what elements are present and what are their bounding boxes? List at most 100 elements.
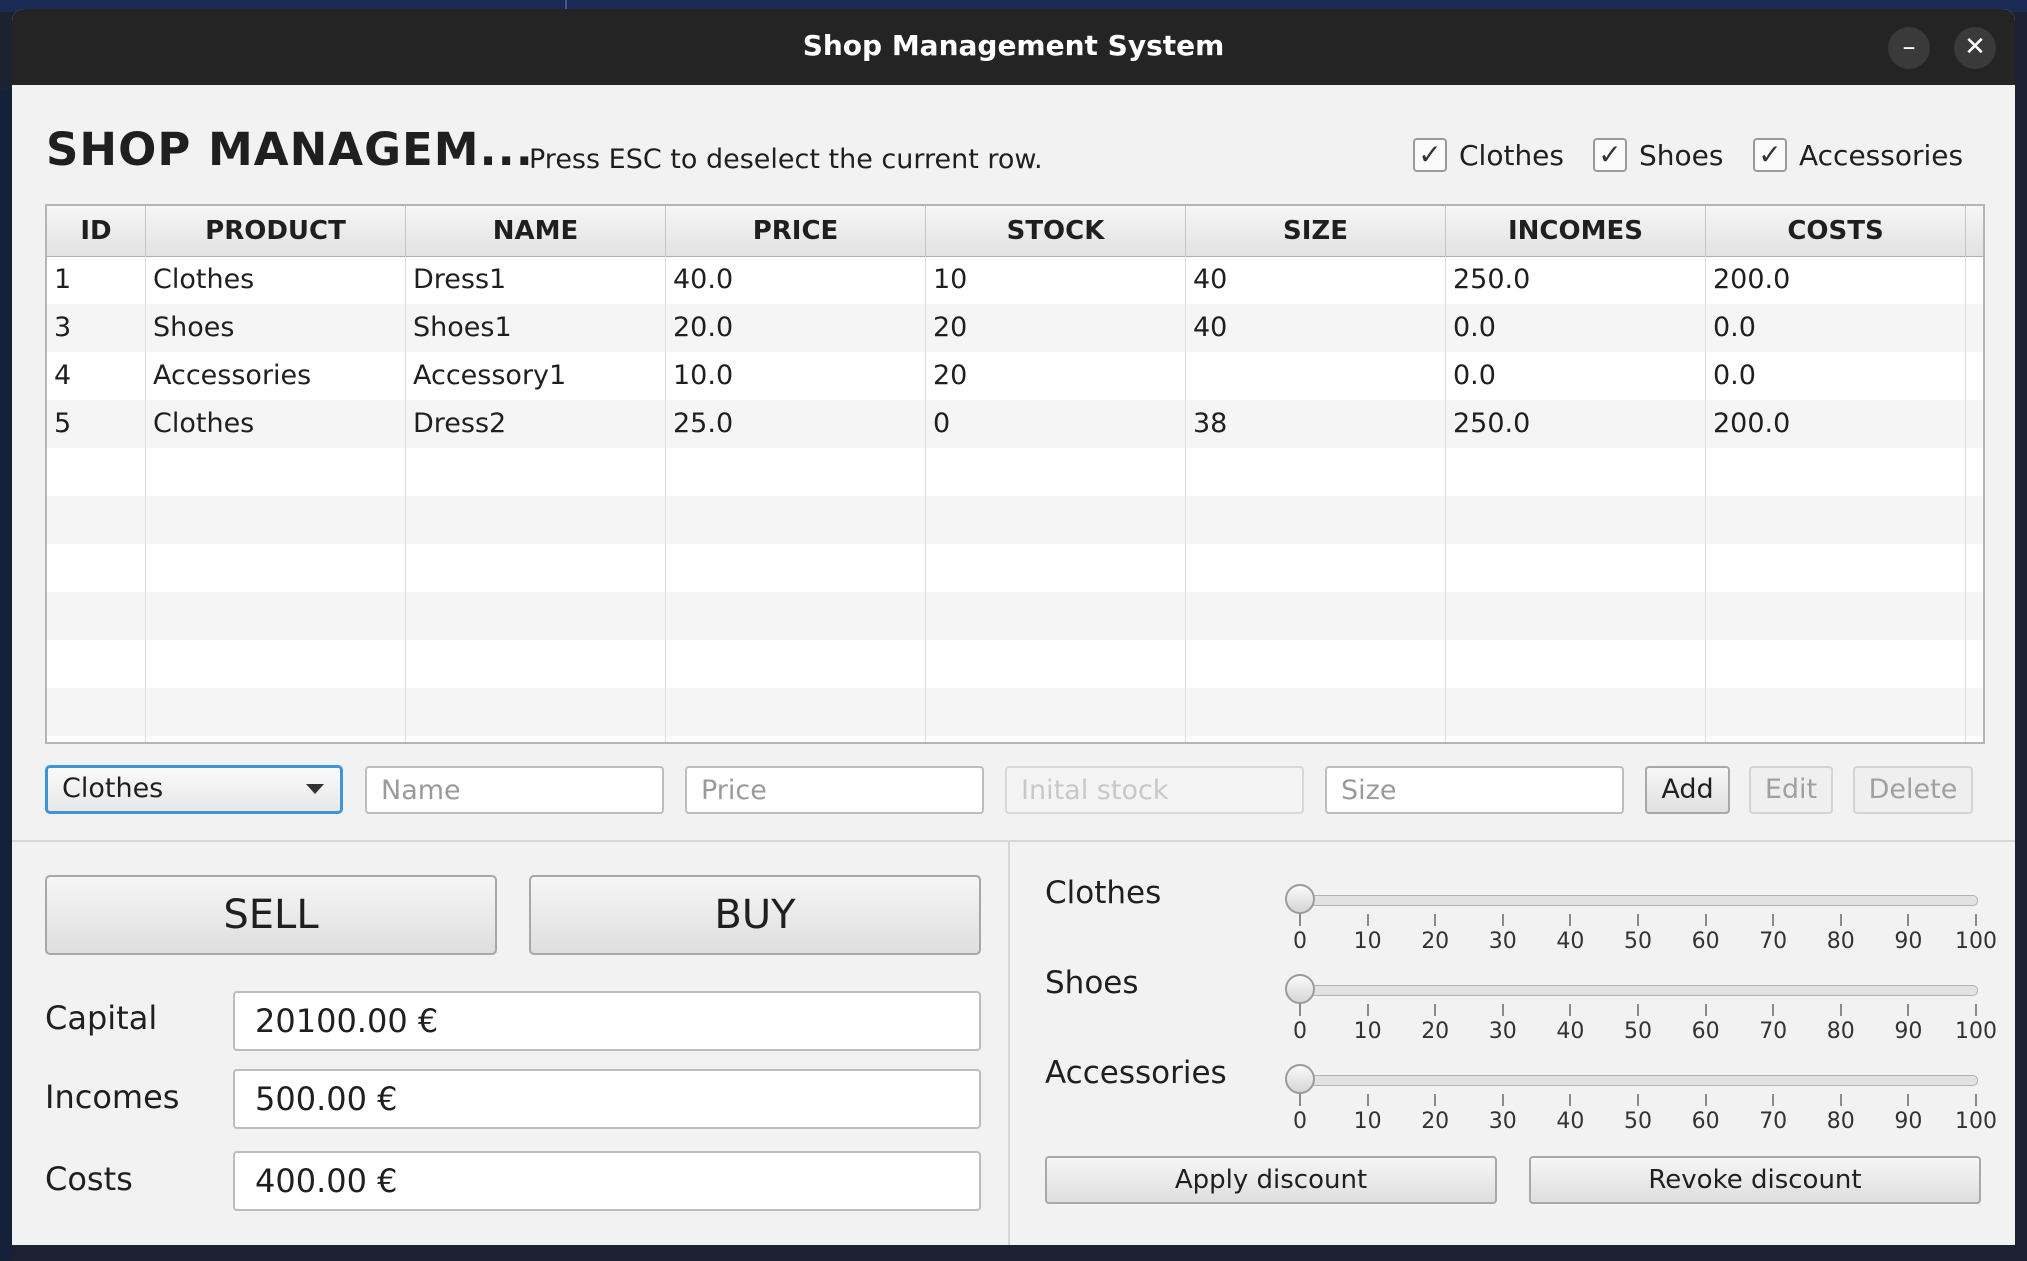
table-cell: 40 bbox=[1186, 256, 1446, 304]
slider-tick bbox=[1569, 1004, 1572, 1016]
page-title: SHOP MANAGEM... bbox=[46, 123, 534, 176]
table-cell bbox=[1446, 496, 1706, 544]
table-cell bbox=[146, 688, 406, 736]
table-cell: 0.0 bbox=[1446, 304, 1706, 352]
buy-button[interactable]: BUY bbox=[529, 875, 981, 955]
table-cell: 5 bbox=[47, 400, 146, 448]
capital-label: Capital bbox=[45, 999, 158, 1037]
slider-thumb[interactable] bbox=[1285, 974, 1315, 1004]
slider-track bbox=[1300, 895, 1978, 906]
table-cell bbox=[406, 496, 666, 544]
table-cell: 10.0 bbox=[666, 352, 926, 400]
slider-thumb[interactable] bbox=[1285, 884, 1315, 914]
close-icon[interactable]: ✕ bbox=[1954, 27, 1996, 69]
table-cell bbox=[666, 592, 926, 640]
table-cell bbox=[146, 496, 406, 544]
slider-tick bbox=[1772, 914, 1775, 926]
table-cell: 200.0 bbox=[1706, 256, 1966, 304]
table-header: ID PRODUCT NAME PRICE STOCK SIZE INCOMES COSTS bbox=[47, 206, 1983, 257]
table-cell: Dress1 bbox=[406, 256, 666, 304]
accessories-discount-slider[interactable]: 0 10 20 30 40 50 60 70 80 90 100 bbox=[1285, 1064, 1997, 1135]
table-row[interactable]: 5 Clothes Dress2 25.0 0 38 250.0 200.0 bbox=[47, 400, 1983, 448]
table-row[interactable]: 1 Clothes Dress1 40.0 10 40 250.0 200.0 bbox=[47, 256, 1983, 304]
column-header[interactable]: ID bbox=[47, 206, 146, 256]
edit-button[interactable]: Edit bbox=[1749, 766, 1833, 814]
table-cell bbox=[1186, 544, 1446, 592]
size-input[interactable] bbox=[1325, 766, 1624, 814]
accessories-discount-label: Accessories bbox=[1045, 1055, 1227, 1091]
empty-row bbox=[47, 688, 1983, 736]
table-cell bbox=[1446, 688, 1706, 736]
slider-tick bbox=[1434, 1094, 1437, 1106]
table-cell bbox=[1706, 736, 1966, 742]
slider-tick bbox=[1569, 1094, 1572, 1106]
table-cell bbox=[926, 592, 1186, 640]
initial-stock-input[interactable] bbox=[1005, 766, 1304, 814]
slider-tick-label: 70 bbox=[1759, 929, 1788, 954]
slider-tick bbox=[1907, 1004, 1910, 1016]
filter-clothes-checkbox[interactable]: ✓ Clothes bbox=[1413, 137, 1564, 173]
table-cell bbox=[406, 448, 666, 496]
window-title: Shop Management System bbox=[802, 29, 1225, 62]
table-row[interactable]: 3 Shoes Shoes1 20.0 20 40 0.0 0.0 bbox=[47, 304, 1983, 352]
slider-thumb[interactable] bbox=[1285, 1064, 1315, 1094]
table-cell bbox=[1706, 544, 1966, 592]
column-header[interactable]: SIZE bbox=[1186, 206, 1446, 256]
add-button[interactable]: Add bbox=[1645, 766, 1730, 814]
column-header[interactable]: COSTS bbox=[1706, 206, 1966, 256]
price-input[interactable] bbox=[685, 766, 984, 814]
column-header[interactable]: PRODUCT bbox=[146, 206, 406, 256]
capital-field[interactable]: 20100.00 € bbox=[233, 991, 981, 1051]
table-cell bbox=[1186, 640, 1446, 688]
table-cell bbox=[1446, 448, 1706, 496]
slider-tick-label: 100 bbox=[1955, 1109, 1997, 1134]
filter-accessories-checkbox[interactable]: ✓ Accessories bbox=[1753, 137, 1963, 173]
table-cell bbox=[146, 640, 406, 688]
slider-tick bbox=[1434, 1004, 1437, 1016]
column-header[interactable]: PRICE bbox=[666, 206, 926, 256]
products-table[interactable]: ID PRODUCT NAME PRICE STOCK SIZE INCOMES COSTS … bbox=[45, 204, 1985, 744]
name-input[interactable] bbox=[365, 766, 664, 814]
slider-tick-label: 100 bbox=[1955, 929, 1997, 954]
table-cell bbox=[146, 592, 406, 640]
costs-field[interactable]: 400.00 € bbox=[233, 1151, 981, 1211]
table-cell: 10 bbox=[926, 256, 1186, 304]
slider-tick bbox=[1569, 914, 1572, 926]
minimize-icon[interactable]: – bbox=[1888, 27, 1930, 69]
shoes-discount-slider[interactable]: 0 10 20 30 40 50 60 70 80 90 100 bbox=[1285, 974, 1997, 1045]
check-icon: ✓ bbox=[1593, 138, 1627, 172]
table-cell bbox=[926, 688, 1186, 736]
slider-tick-label: 0 bbox=[1293, 1019, 1307, 1044]
column-header[interactable]: STOCK bbox=[926, 206, 1186, 256]
table-cell: Accessory1 bbox=[406, 352, 666, 400]
clothes-discount-slider[interactable]: 0 10 20 30 40 50 60 70 80 90 100 bbox=[1285, 884, 1997, 955]
table-cell bbox=[1446, 592, 1706, 640]
slider-tick bbox=[1501, 1094, 1504, 1106]
slider-tick bbox=[1637, 1094, 1639, 1106]
sell-button[interactable]: SELL bbox=[45, 875, 497, 955]
table-cell: 40.0 bbox=[666, 256, 926, 304]
incomes-field[interactable]: 500.00 € bbox=[233, 1069, 981, 1129]
column-header[interactable]: INCOMES bbox=[1446, 206, 1706, 256]
delete-button[interactable]: Delete bbox=[1853, 766, 1973, 814]
table-cell bbox=[47, 448, 146, 496]
table-row[interactable]: 4 Accessories Accessory1 10.0 20 0.0 0.0 bbox=[47, 352, 1983, 400]
category-select-value: Clothes bbox=[62, 773, 164, 804]
table-cell: 4 bbox=[47, 352, 146, 400]
slider-tick-label: 30 bbox=[1488, 1019, 1517, 1044]
slider-tick-label: 0 bbox=[1293, 929, 1307, 954]
slider-tick bbox=[1839, 1004, 1842, 1016]
slider-tick-label: 60 bbox=[1691, 929, 1720, 954]
category-select[interactable]: Clothes bbox=[45, 765, 343, 814]
table-cell: 1 bbox=[47, 256, 146, 304]
slider-tick-label: 60 bbox=[1691, 1109, 1720, 1134]
column-header[interactable]: NAME bbox=[406, 206, 666, 256]
title-bar: Shop Management System – ✕ bbox=[12, 9, 2015, 85]
revoke-discount-button[interactable]: Revoke discount bbox=[1529, 1156, 1981, 1204]
slider-tick-label: 50 bbox=[1624, 1019, 1652, 1044]
apply-discount-button[interactable]: Apply discount bbox=[1045, 1156, 1497, 1204]
slider-tick bbox=[1366, 1004, 1369, 1016]
table-cell bbox=[666, 736, 926, 742]
filter-shoes-checkbox[interactable]: ✓ Shoes bbox=[1593, 137, 1723, 173]
slider-tick bbox=[1907, 1094, 1910, 1106]
